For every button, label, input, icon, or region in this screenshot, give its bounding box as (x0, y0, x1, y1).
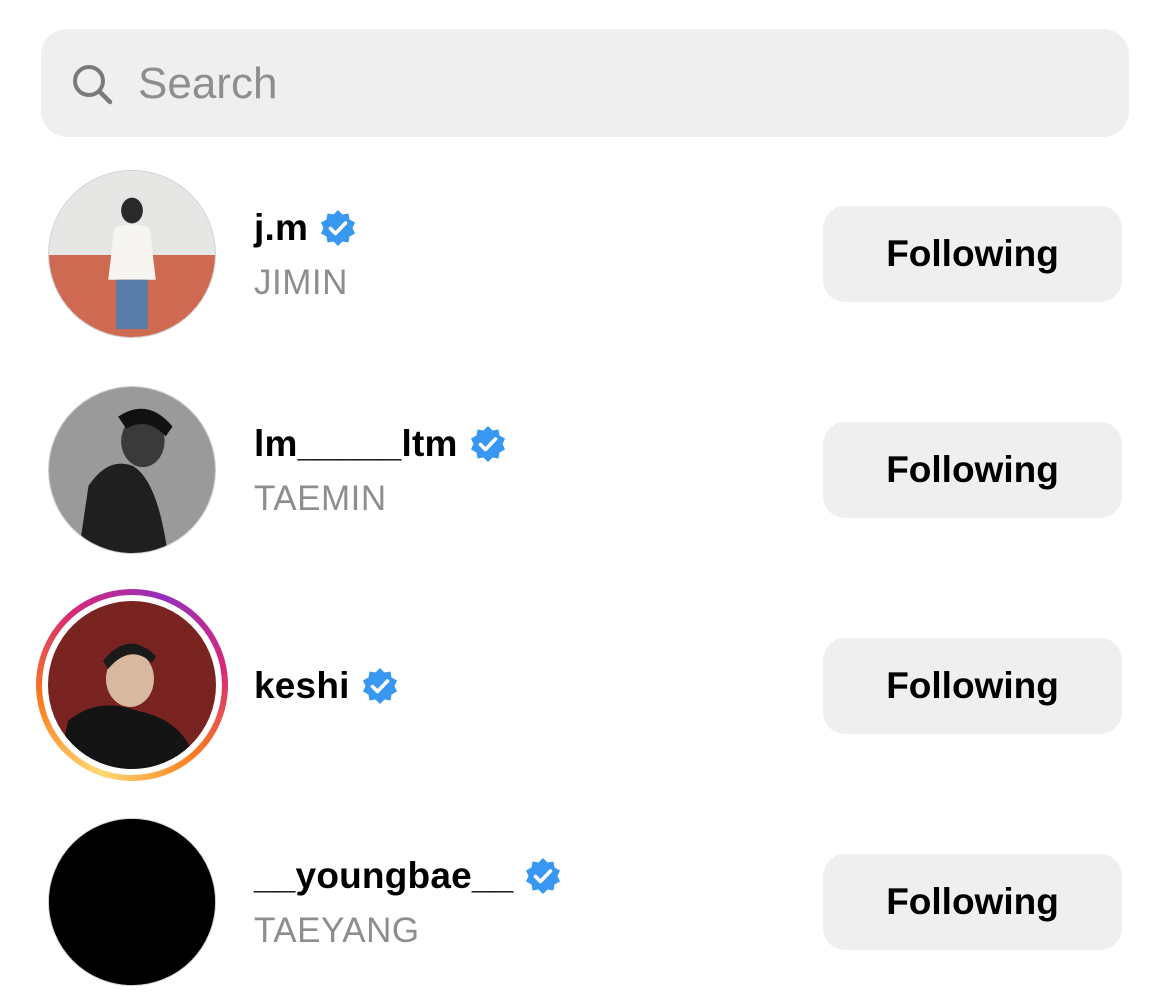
username[interactable]: j.m (254, 207, 308, 249)
following-button[interactable]: Following (823, 854, 1122, 950)
username[interactable]: __youngbae__ (254, 855, 513, 897)
username[interactable]: keshi (254, 665, 350, 707)
avatar[interactable] (48, 170, 216, 338)
search-input[interactable] (138, 54, 1038, 114)
list-item[interactable]: lm_____ltm TAEMIN Following (0, 371, 1169, 571)
verified-badge-icon (526, 858, 561, 894)
following-button[interactable]: Following (823, 638, 1122, 734)
list-item[interactable]: j.m JIMIN Following (0, 155, 1169, 355)
username[interactable]: lm_____ltm (254, 423, 458, 465)
list-item[interactable]: keshi Following (0, 587, 1169, 787)
following-button[interactable]: Following (823, 422, 1122, 518)
verified-badge-icon (321, 210, 356, 246)
full-name: TAEYANG (254, 911, 420, 950)
following-button[interactable]: Following (823, 206, 1122, 302)
verified-badge-icon (362, 668, 397, 704)
verified-badge-icon (470, 426, 505, 462)
list-item[interactable]: __youngbae__ TAEYANG Following (0, 803, 1169, 1003)
story-ring[interactable] (36, 589, 228, 781)
avatar[interactable] (48, 386, 216, 554)
full-name: JIMIN (254, 263, 348, 302)
full-name: TAEMIN (254, 479, 387, 518)
avatar[interactable] (48, 601, 216, 769)
search-icon (73, 65, 113, 105)
avatar[interactable] (48, 818, 216, 986)
